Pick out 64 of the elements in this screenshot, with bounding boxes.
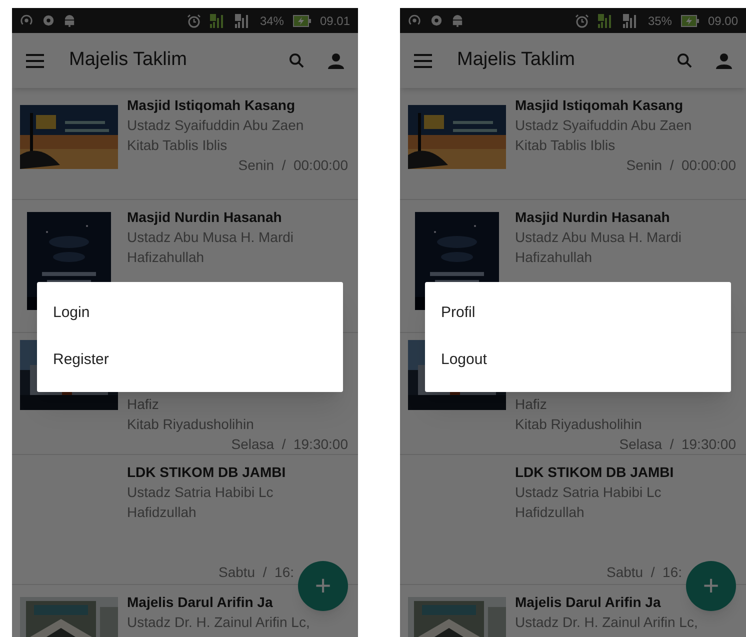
item-text: Kitab Tablis Iblis [515,136,616,155]
alarm-icon [574,14,589,28]
add-fab[interactable]: + [686,561,736,611]
item-text: Kitab Tablis Iblis [127,136,228,155]
item-title: LDK STIKOM DB JAMBI [515,463,675,482]
item-schedule: Selasa / 19:30:00 [231,435,348,454]
item-text: Hafizahullah [127,248,206,267]
account-icon[interactable] [716,52,732,68]
item-title: Masjid Nurdin Hasanah [515,208,671,227]
add-fab[interactable]: + [298,561,348,611]
item-text: Kitab Riyadusholihin [127,415,255,434]
app-title: Majelis Taklim [69,48,188,72]
item-text: Ustadz Satria Habibi Lc [127,483,274,502]
android-icon [452,14,463,27]
item-text: Ustadz Abu Musa H. Mardi [515,228,683,247]
item-text: Hafidzullah [515,503,586,522]
menu-icon[interactable] [414,54,432,68]
clock: 09.01 [320,12,350,30]
hotspot-icon [20,14,33,27]
item-schedule: Sabtu / 16: [218,563,294,582]
record-icon [42,14,55,27]
menu-item[interactable]: Register [37,337,343,384]
item-title: Majelis Darul Arifin Ja [515,593,662,612]
item-title: Masjid Istiqomah Kasang [127,96,296,115]
item-text: Ustadz Syaifuddin Abu Zaen [515,116,693,135]
item-text: Hafidzullah [127,503,198,522]
item-text: Hafizahullah [515,248,594,267]
list-item[interactable]: Masjid Istiqomah Kasang Ustadz Syaifuddin Abu Zaen Kitab Tablis Iblis Senin / 00:00:00 [400,88,746,200]
item-text: Hafiz [515,395,548,414]
item-title: LDK STIKOM DB JAMBI [127,463,287,482]
item-text: Ustadz Dr. H. Zainul Arifin Lc, [127,613,311,632]
battery-icon [680,14,699,26]
record-icon [430,14,443,27]
item-text: Ustadz Dr. H. Zainul Arifin Lc, [515,613,699,632]
menu-icon[interactable] [26,54,44,68]
account-icon[interactable] [328,52,344,68]
item-text: Hafiz [127,395,160,414]
battery-percent: 34% [260,12,284,30]
battery-percent: 35% [648,12,672,30]
item-schedule: Sabtu / 16: [606,563,682,582]
item-title: Masjid Nurdin Hasanah [127,208,283,227]
signal-icon [622,14,639,28]
hotspot-icon [408,14,421,27]
battery-icon [292,14,311,26]
signal-icon [234,14,251,28]
android-icon [64,14,75,27]
signal-icon [598,14,614,28]
item-schedule: Selasa / 19:30:00 [619,435,736,454]
item-schedule: Senin / 00:00:00 [238,156,348,175]
item-title: Masjid Istiqomah Kasang [515,96,684,115]
list-item[interactable]: Masjid Istiqomah Kasang Ustadz Syaifuddin Abu Zaen Kitab Tablis Iblis Senin / 00:00:00 [12,88,358,200]
item-text: Ustadz Syaifuddin Abu Zaen [127,116,305,135]
item-schedule: Senin / 00:00:00 [626,156,736,175]
search-icon[interactable] [289,53,304,68]
item-title: Majelis Darul Arifin Ja [127,593,274,612]
search-icon[interactable] [677,53,692,68]
menu-item[interactable]: Logout [425,337,731,384]
app-title: Majelis Taklim [457,48,576,72]
clock: 09.00 [708,12,738,30]
signal-icon [210,14,226,28]
alarm-icon [186,14,201,28]
item-text: Ustadz Satria Habibi Lc [515,483,662,502]
item-text: Kitab Riyadusholihin [515,415,643,434]
item-text: Ustadz Abu Musa H. Mardi [127,228,295,247]
